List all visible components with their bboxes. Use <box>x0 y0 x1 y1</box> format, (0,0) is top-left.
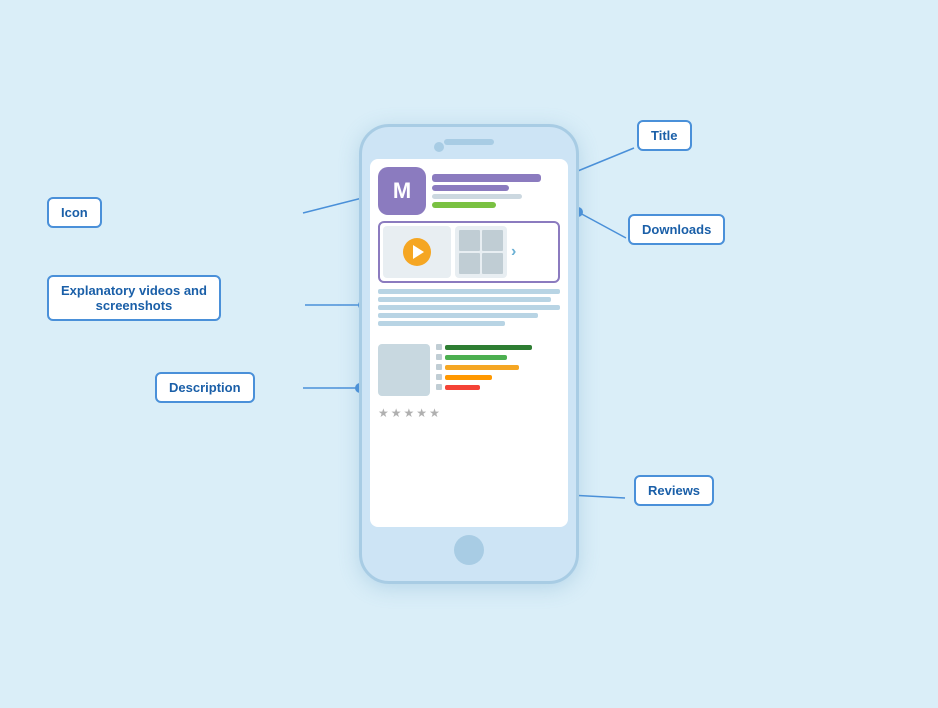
reviews-section <box>378 344 560 396</box>
review-dot-2 <box>436 354 442 360</box>
desc-line-4 <box>378 313 538 318</box>
screenshots-row: › <box>378 221 560 283</box>
review-row-3 <box>436 364 560 370</box>
reviews-label: Reviews <box>634 475 714 506</box>
review-image <box>378 344 430 396</box>
phone-mockup: M › <box>359 124 579 584</box>
screenshot-grid <box>455 226 507 278</box>
app-info <box>432 174 560 208</box>
desc-line-2 <box>378 297 551 302</box>
phone-speaker <box>444 139 494 145</box>
info-bar <box>432 194 522 199</box>
review-dot-1 <box>436 344 442 350</box>
star-5: ★ <box>429 406 440 420</box>
chevron-right-icon: › <box>511 243 516 261</box>
review-dot-3 <box>436 364 442 370</box>
description-section <box>378 289 560 326</box>
app-header: M <box>378 167 560 215</box>
review-bar-2 <box>445 355 507 360</box>
review-row-1 <box>436 344 560 350</box>
phone-home-button <box>454 535 484 565</box>
star-3: ★ <box>404 406 415 420</box>
star-1: ★ <box>378 406 389 420</box>
downloads-label: Downloads <box>628 214 725 245</box>
review-dot-4 <box>436 374 442 380</box>
desc-line-5 <box>378 321 505 326</box>
review-bar-1 <box>445 345 532 350</box>
review-row-4 <box>436 374 560 380</box>
review-row-2 <box>436 354 560 360</box>
app-icon: M <box>378 167 426 215</box>
play-icon <box>413 245 424 259</box>
title-label: Title <box>637 120 692 151</box>
star-2: ★ <box>391 406 402 420</box>
review-bar-4 <box>445 375 492 380</box>
review-bar-3 <box>445 365 519 370</box>
stars-row: ★ ★ ★ ★ ★ <box>378 406 560 420</box>
review-row-5 <box>436 384 560 390</box>
title-bar <box>432 174 541 182</box>
desc-line-1 <box>378 289 560 294</box>
phone-camera <box>434 142 444 152</box>
play-button <box>403 238 431 266</box>
review-bars <box>436 344 560 396</box>
review-dot-5 <box>436 384 442 390</box>
review-bar-5 <box>445 385 480 390</box>
phone-screen: M › <box>370 159 568 527</box>
download-bar <box>432 202 496 208</box>
explanatory-label: Explanatory videos and screenshots <box>47 275 221 321</box>
star-4: ★ <box>416 406 427 420</box>
icon-label: Icon <box>47 197 102 228</box>
subtitle-bar <box>432 185 509 191</box>
desc-line-3 <box>378 305 560 310</box>
description-label: Description <box>155 372 255 403</box>
video-thumbnail <box>383 226 451 278</box>
